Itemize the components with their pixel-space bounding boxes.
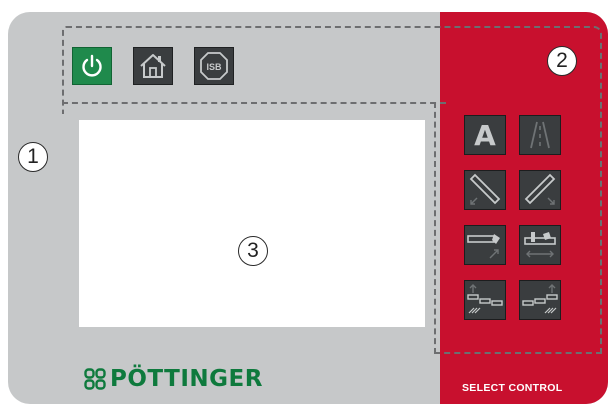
callout-3: 3 xyxy=(238,236,268,266)
brand-logo: PÖTTINGER xyxy=(84,364,263,394)
left-diagonal-icon xyxy=(469,173,501,205)
function-keys-dashed-outline-bottom xyxy=(62,102,446,106)
control-panel: ISB 1 2 3 A PÖTTINGER SELECT CONTROL xyxy=(8,12,608,404)
left-section-lift-button[interactable] xyxy=(464,280,506,320)
right-section-lift-button[interactable] xyxy=(519,280,561,320)
callout-1: 1 xyxy=(18,142,48,172)
side-keys-dashed-outline xyxy=(434,102,602,354)
callout-1-label: 1 xyxy=(27,145,39,168)
right-boom-tilt-icon xyxy=(524,232,556,258)
isb-label: ISB xyxy=(206,62,222,72)
brand-emblem-icon xyxy=(84,368,106,390)
auto-mode-icon: A xyxy=(474,118,496,152)
left-diagonal-button[interactable] xyxy=(464,170,506,210)
auto-mode-button[interactable]: A xyxy=(464,115,506,155)
callout-2: 2 xyxy=(547,46,577,76)
isb-button[interactable]: ISB xyxy=(194,47,234,85)
power-icon xyxy=(82,54,102,77)
left-boom-tilt-icon xyxy=(467,234,500,259)
right-diagonal-button[interactable] xyxy=(519,170,561,210)
home-button[interactable] xyxy=(133,47,173,85)
callout-3-label: 3 xyxy=(247,239,259,262)
power-button[interactable] xyxy=(72,47,112,85)
right-section-lift-icon xyxy=(522,284,558,314)
left-boom-tilt-button[interactable] xyxy=(464,225,506,265)
right-diagonal-icon xyxy=(524,173,556,205)
isb-icon: ISB xyxy=(200,52,228,80)
brand-name: PÖTTINGER xyxy=(110,366,263,392)
callout-2-label: 2 xyxy=(556,49,568,72)
tramline-button[interactable] xyxy=(519,115,561,155)
left-section-lift-icon xyxy=(467,284,503,314)
right-boom-tilt-button[interactable] xyxy=(519,225,561,265)
display-screen xyxy=(79,120,425,327)
select-control-label: SELECT CONTROL xyxy=(462,382,563,394)
tramline-icon xyxy=(530,121,550,149)
home-icon xyxy=(140,54,166,78)
